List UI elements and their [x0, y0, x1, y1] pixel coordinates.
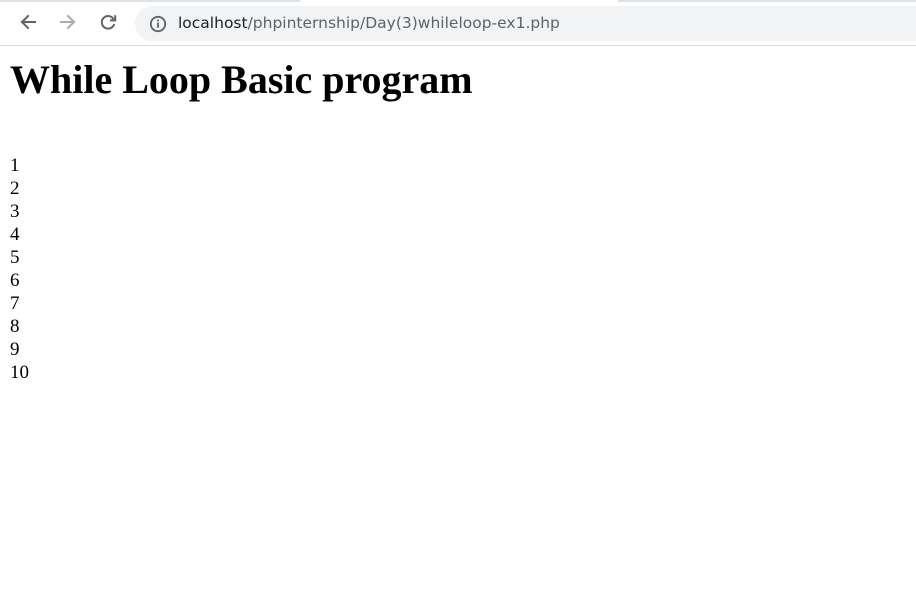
back-button[interactable]	[14, 7, 42, 37]
url-path: /phpinternship/Day(3)whileloop-ex1.php	[247, 14, 560, 32]
list-item: 8	[10, 316, 20, 337]
tab-strip-edge	[0, 0, 300, 2]
arrow-right-icon	[60, 14, 76, 30]
number-output-list: 1 2 3 4 5 6 7 8 9 10	[10, 154, 29, 384]
reload-button[interactable]	[94, 7, 122, 37]
page-title: While Loop Basic program	[10, 57, 473, 102]
page-content: While Loop Basic program 1 2 3 4 5 6 7 8…	[0, 47, 916, 597]
arrow-left-icon	[20, 14, 36, 30]
list-item: 9	[10, 339, 20, 360]
reload-icon	[100, 15, 117, 30]
list-item: 4	[10, 224, 20, 245]
list-item: 5	[10, 247, 20, 268]
list-item: 10	[10, 362, 29, 383]
list-item: 7	[10, 293, 20, 314]
info-circle-icon[interactable]	[149, 15, 167, 33]
tab-strip-edge	[618, 0, 916, 2]
url-text[interactable]: localhost/phpinternship/Day(3)whileloop-…	[178, 13, 560, 33]
list-item: 2	[10, 178, 20, 199]
forward-button[interactable]	[54, 7, 82, 37]
list-item: 6	[10, 270, 20, 291]
browser-toolbar: localhost/phpinternship/Day(3)whileloop-…	[0, 0, 916, 46]
address-bar[interactable]: localhost/phpinternship/Day(3)whileloop-…	[135, 6, 916, 41]
list-item: 3	[10, 201, 20, 222]
list-item: 1	[10, 155, 20, 176]
url-host: localhost	[178, 14, 248, 32]
